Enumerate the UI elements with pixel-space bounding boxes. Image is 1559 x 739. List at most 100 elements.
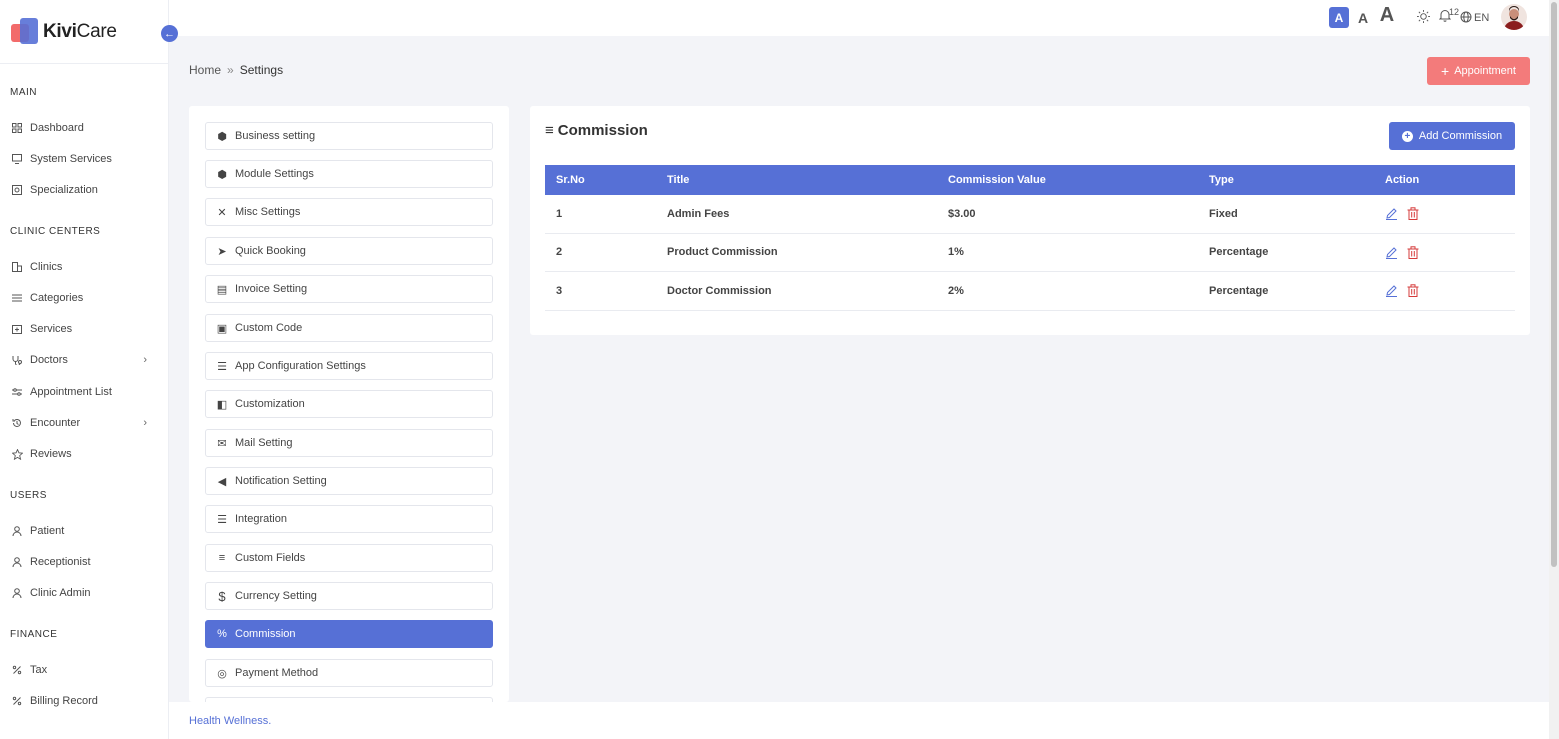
commission-panel: ≡ Commission + Add Commission Sr.No Titl… <box>530 106 1530 335</box>
add-commission-label: Add Commission <box>1418 130 1503 142</box>
settings-item-invoice-setting[interactable]: ▤ Invoice Setting <box>205 275 493 303</box>
history-icon <box>11 417 23 429</box>
settings-item-label: Custom Code <box>235 322 303 334</box>
settings-item-label: Module Settings <box>235 168 314 180</box>
settings-item-mail-setting[interactable]: ✉ Mail Setting <box>205 429 493 457</box>
settings-item-customization[interactable]: ◧ Customization <box>205 390 493 418</box>
sidebar-item-reviews[interactable]: Reviews <box>0 444 169 464</box>
settings-item-integration[interactable]: ☰ Integration <box>205 505 493 533</box>
appointment-button[interactable]: + Appointment <box>1427 57 1530 85</box>
sidebar-item-label: Billing Record <box>30 695 98 707</box>
sidebar-item-categories[interactable]: Categories <box>0 288 169 308</box>
add-commission-button[interactable]: + Add Commission <box>1389 122 1515 150</box>
theme-toggle-button[interactable] <box>1417 9 1430 27</box>
settings-item-label: Business setting <box>235 130 316 142</box>
column-header-title[interactable]: Title <box>667 165 689 195</box>
sidebar-item-tax[interactable]: Tax <box>0 660 169 680</box>
settings-item-commission[interactable]: % Commission <box>205 620 493 648</box>
collapse-sidebar-button[interactable]: ← <box>161 25 178 42</box>
sidebar-item-label: Clinics <box>30 261 63 273</box>
settings-item-payment-method[interactable]: ◎ Payment Method <box>205 659 493 687</box>
commission-table: Sr.No Title Commission Value Type Action… <box>545 165 1515 311</box>
settings-item-misc-settings[interactable]: ✕ Misc Settings <box>205 198 493 226</box>
font-size-medium-button[interactable]: A <box>1356 7 1370 28</box>
column-header-type[interactable]: Type <box>1209 165 1234 195</box>
sidebar-item-appointment-list[interactable]: Appointment List <box>0 382 169 402</box>
brand-name: KiviCare <box>43 20 117 42</box>
sidebar-item-label: Tax <box>30 664 48 676</box>
breadcrumb-home[interactable]: Home <box>189 63 221 77</box>
sidebar-item-label: Encounter <box>30 417 81 429</box>
column-header-sr-no[interactable]: Sr.No <box>556 165 585 195</box>
language-label: EN <box>1474 12 1490 24</box>
chevron-right-icon: › <box>143 354 147 366</box>
column-header-commission-value[interactable]: Commission Value <box>948 165 1046 195</box>
scrollbar-thumb[interactable] <box>1551 2 1557 567</box>
coins-icon: ◎ <box>217 667 227 680</box>
settings-item-app-configuration[interactable]: ☰ App Configuration Settings <box>205 352 493 380</box>
star-icon <box>11 448 23 460</box>
percent-icon: % <box>217 628 227 640</box>
sidebar-item-dashboard[interactable]: Dashboard <box>0 118 169 138</box>
sidebar-item-clinics[interactable]: Clinics <box>0 257 169 277</box>
sidebar-item-label: Appointment List <box>30 386 112 398</box>
cube-icon: ⬢ <box>217 130 227 143</box>
sidebar-item-label: Specialization <box>30 184 98 196</box>
trash-icon[interactable] <box>1407 207 1419 221</box>
settings-item-currency-setting[interactable]: $ Currency Setting <box>205 582 493 610</box>
sidebar-item-specialization[interactable]: Specialization <box>0 180 169 200</box>
cell-commission-value: 1% <box>948 246 964 259</box>
settings-item-quick-booking[interactable]: ➤ Quick Booking <box>205 237 493 265</box>
table-row: 3 Doctor Commission 2% Percentage <box>545 272 1515 311</box>
commission-title: ≡ Commission <box>545 122 648 139</box>
edit-icon[interactable] <box>1385 246 1398 259</box>
sidebar: KiviCare MAIN Dashboard System Services … <box>0 0 169 739</box>
breadcrumb: Home » Settings <box>189 63 283 77</box>
settings-item-notification-setting[interactable]: ◀ Notification Setting <box>205 467 493 495</box>
font-size-small-button[interactable]: A <box>1329 7 1349 28</box>
settings-item-label: Integration <box>235 513 287 525</box>
settings-item-custom-code[interactable]: ▣ Custom Code <box>205 314 493 342</box>
settings-item-module-settings[interactable]: ⬢ Module Settings <box>205 160 493 188</box>
trash-icon[interactable] <box>1407 284 1419 298</box>
sidebar-item-system-services[interactable]: System Services <box>0 149 169 169</box>
settings-item-business-setting[interactable]: ⬢ Business setting <box>205 122 493 150</box>
footer-text[interactable]: Health Wellness. <box>189 715 271 727</box>
edit-icon[interactable] <box>1385 207 1398 221</box>
user-icon <box>11 556 23 568</box>
logo[interactable]: KiviCare <box>0 0 168 64</box>
cell-actions <box>1385 195 1419 233</box>
avatar[interactable] <box>1501 4 1527 30</box>
settings-item-label: Invoice Setting <box>235 283 308 295</box>
notification-count: 12 <box>1449 7 1460 17</box>
edit-icon[interactable] <box>1385 284 1398 298</box>
notification-button[interactable]: 12 <box>1438 7 1460 26</box>
plus-icon: + <box>1441 63 1450 79</box>
cell-type: Percentage <box>1209 284 1269 297</box>
monitor-icon <box>11 153 23 165</box>
sidebar-item-doctors[interactable]: Doctors › <box>0 350 169 370</box>
sidebar-item-clinic-admin[interactable]: Clinic Admin <box>0 583 169 603</box>
font-size-large-button[interactable]: A <box>1377 4 1397 26</box>
sidebar-item-receptionist[interactable]: Receptionist <box>0 552 169 572</box>
settings-item-custom-fields[interactable]: ≡ Custom Fields <box>205 544 493 572</box>
plus-square-icon <box>11 323 23 335</box>
sidebar-item-label: Dashboard <box>30 122 84 134</box>
cell-actions <box>1385 234 1419 272</box>
table-header: Sr.No Title Commission Value Type Action <box>545 165 1515 195</box>
sidebar-item-billing-record[interactable]: Billing Record <box>0 691 169 711</box>
language-selector[interactable]: EN <box>1460 9 1489 27</box>
sidebar-item-patient[interactable]: Patient <box>0 521 169 541</box>
file-code-icon: ▣ <box>216 322 228 335</box>
sidebar-item-encounter[interactable]: Encounter › <box>0 413 169 433</box>
sidebar-item-services[interactable]: Services <box>0 319 169 339</box>
cell-actions <box>1385 272 1419 310</box>
grid-icon <box>11 122 23 134</box>
sidebar-item-label: Reviews <box>30 448 72 460</box>
trash-icon[interactable] <box>1407 246 1419 259</box>
paper-plane-icon: ➤ <box>217 245 227 258</box>
settings-item-label: Currency Setting <box>235 590 317 602</box>
bars-icon: ≡ <box>545 122 554 139</box>
page-scrollbar[interactable] <box>1549 0 1559 739</box>
settings-item-label: App Configuration Settings <box>235 360 366 372</box>
